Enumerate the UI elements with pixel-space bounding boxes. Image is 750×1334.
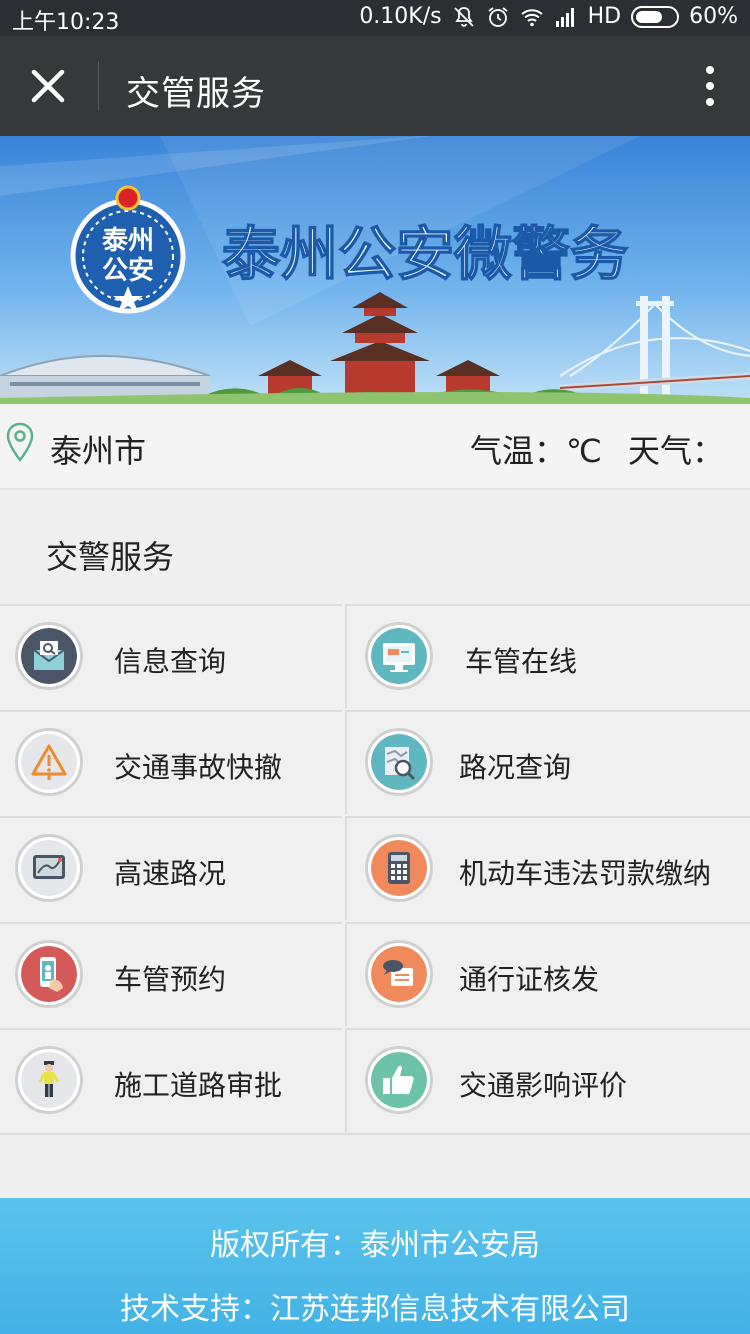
temperature-label: 气温：℃ <box>470 432 602 470</box>
icon-frame <box>15 728 83 796</box>
weather-info: 气温：℃ 天气： <box>470 426 724 472</box>
service-item-construction[interactable]: 施工道路审批 <box>0 1028 342 1132</box>
service-item-vehicle-online[interactable]: 车管在线 <box>345 604 750 708</box>
banner-headline: 泰州公安微警务 <box>222 220 628 288</box>
city-name[interactable]: 泰州市 <box>50 426 146 472</box>
calculator-icon <box>371 840 427 896</box>
section-title: 交警服务 <box>46 538 175 576</box>
mute-icon <box>453 6 474 27</box>
service-label: 高速路况 <box>114 857 227 890</box>
service-item-road-query[interactable]: 路况查询 <box>345 710 750 814</box>
traffic-police-icon <box>21 1052 77 1108</box>
icon-frame <box>365 1046 433 1114</box>
service-label: 交通事故快撤 <box>114 751 283 784</box>
svg-text:泰州: 泰州 <box>102 226 154 256</box>
svg-text:公安: 公安 <box>102 256 154 286</box>
service-label: 路况查询 <box>459 751 572 784</box>
icon-frame <box>15 834 83 902</box>
icon-frame <box>15 1046 83 1114</box>
thumbs-up-icon <box>371 1052 427 1108</box>
icon-frame <box>365 834 433 902</box>
footer: 版权所有：泰州市公安局 技术支持：江苏连邦信息技术有限公司 <box>0 1198 750 1334</box>
battery-level: 60% <box>689 4 738 29</box>
map-search-icon <box>371 734 427 790</box>
weather-label: 天气： <box>627 432 724 470</box>
service-label: 车管在线 <box>465 645 578 678</box>
alarm-icon <box>488 6 508 27</box>
service-label: 机动车违法罚款缴纳 <box>459 857 712 890</box>
pass-card-icon <box>371 946 427 1002</box>
icon-frame <box>365 622 433 690</box>
banner: 泰州 公安 泰州公安微警务 <box>0 136 750 404</box>
status-bar: 上午10:23 0.10K/s HD 60% <box>0 0 750 36</box>
icon-frame <box>365 728 433 796</box>
battery-icon <box>631 5 680 28</box>
title-bar: 交管服务 <box>0 36 750 136</box>
icon-frame <box>365 940 433 1008</box>
grid-bottom-divider <box>0 1133 750 1135</box>
mail-search-icon <box>21 628 77 684</box>
service-label: 信息查询 <box>114 645 227 678</box>
icon-frame <box>15 622 83 690</box>
service-label: 交通影响评价 <box>459 1069 628 1102</box>
footer-support: 技术支持：江苏连邦信息技术有限公司 <box>120 1292 630 1327</box>
location-row: 泰州市 气温：℃ 天气： <box>0 404 750 490</box>
network-speed: 0.10K/s <box>359 4 442 29</box>
tablet-map-icon <box>21 840 77 896</box>
service-label: 车管预约 <box>114 963 227 996</box>
location-pin-icon <box>6 422 34 462</box>
service-item-accident[interactable]: 交通事故快撤 <box>0 710 342 814</box>
icon-frame <box>15 940 83 1008</box>
section-header: 交警服务 <box>0 492 750 604</box>
wifi-icon <box>520 8 543 26</box>
service-item-traffic-impact[interactable]: 交通影响评价 <box>345 1028 750 1132</box>
service-label: 通行证核发 <box>459 963 600 996</box>
close-icon[interactable] <box>24 62 72 110</box>
service-item-appointment[interactable]: 车管预约 <box>0 922 342 1026</box>
phone-hand-icon <box>21 946 77 1002</box>
footer-copyright: 版权所有：泰州市公安局 <box>210 1228 540 1263</box>
status-indicators: 0.10K/s HD 60% <box>359 4 738 29</box>
service-label: 施工道路审批 <box>114 1069 283 1102</box>
signal-icon <box>555 7 574 27</box>
service-item-pass-issuance[interactable]: 通行证核发 <box>345 922 750 1026</box>
banner-image: 泰州 公安 泰州公安微警务 <box>0 136 750 404</box>
service-item-info-query[interactable]: 信息查询 <box>0 604 342 708</box>
status-time: 上午10:23 <box>12 10 120 35</box>
service-item-fine-payment[interactable]: 机动车违法罚款缴纳 <box>345 816 750 920</box>
monitor-icon <box>371 628 427 684</box>
network-type: HD <box>587 4 622 29</box>
service-item-highway[interactable]: 高速路况 <box>0 816 342 920</box>
warning-icon <box>21 734 77 790</box>
more-vertical-icon[interactable] <box>700 64 720 108</box>
title-divider <box>98 61 99 111</box>
page-title: 交管服务 <box>126 74 266 114</box>
